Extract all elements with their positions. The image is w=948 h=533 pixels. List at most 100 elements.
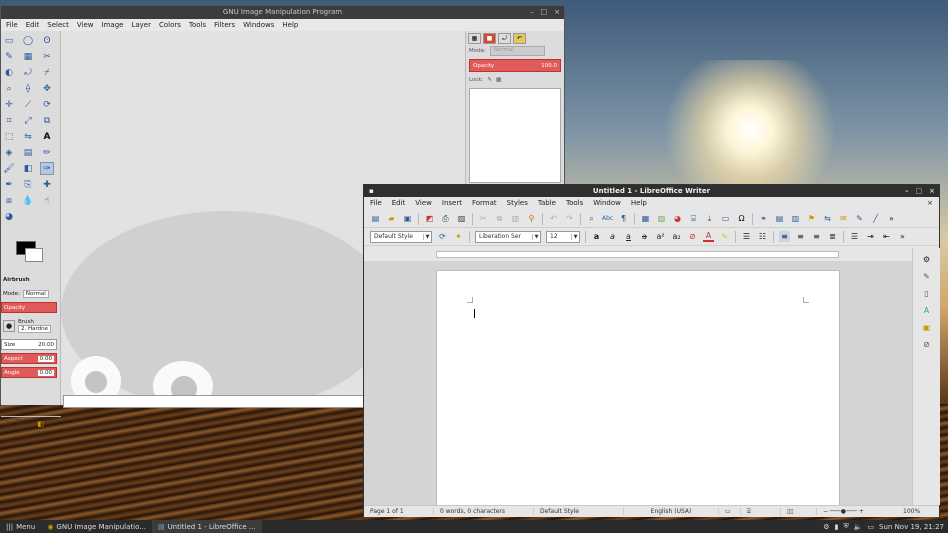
more-toolbar-icon[interactable]: » (886, 213, 897, 224)
decrease-indent-icon[interactable]: ⇤ (881, 231, 892, 242)
paths-tab-icon[interactable]: ⤾ (498, 33, 511, 44)
menu-table[interactable]: Table (538, 197, 556, 210)
shield-icon[interactable]: ⛨ (843, 522, 848, 531)
lock-pixels-icon[interactable]: ✎ (487, 77, 492, 83)
highlight-icon[interactable]: ✎ (719, 231, 730, 242)
perspective-clone-icon[interactable]: ⧈ (2, 194, 16, 207)
underline-icon[interactable]: a (623, 231, 634, 242)
align-left-icon[interactable]: ≡ (779, 231, 790, 242)
menu-edit[interactable]: Edit (26, 19, 40, 31)
menu-help[interactable]: Help (631, 197, 647, 210)
properties-icon[interactable]: ✎ (921, 271, 932, 282)
page-break-icon[interactable]: ⤓ (704, 213, 715, 224)
menu-insert[interactable]: Insert (442, 197, 462, 210)
document-area[interactable] (364, 261, 912, 505)
rotate-icon[interactable]: ⟳ (40, 98, 54, 111)
increase-indent-icon[interactable]: ⇥ (865, 231, 876, 242)
menu-image[interactable]: Image (102, 19, 124, 31)
bold-icon[interactable]: a (591, 231, 602, 242)
opacity-slider[interactable]: Opacity (1, 302, 57, 313)
zoom-value[interactable]: 100% (897, 508, 926, 515)
insert-textbox-icon[interactable]: ⌸ (688, 213, 699, 224)
foreground-select-icon[interactable]: ◐ (2, 66, 16, 79)
shear-icon[interactable]: ⧉ (40, 114, 54, 127)
navigator-icon[interactable]: ⊘ (921, 339, 932, 350)
color-picker-icon[interactable]: ⌿ (40, 66, 54, 79)
insert-table-icon[interactable]: ▦ (640, 213, 651, 224)
brush-select[interactable]: 2. Hardne (18, 325, 52, 333)
font-size-select[interactable]: 12 ▼ (546, 230, 580, 243)
font-color-icon[interactable]: A (703, 231, 714, 242)
more-formatting-icon[interactable]: » (897, 231, 908, 242)
clock[interactable]: Sun Nov 19, 21:27 (879, 523, 944, 531)
gradient-icon[interactable]: ▤ (21, 146, 35, 159)
update-style-icon[interactable]: ⟳ (437, 231, 448, 242)
taskbar-item-gimp[interactable]: ◉ GNU Image Manipulatio... (41, 520, 152, 533)
channels-tab-icon[interactable]: ■ (483, 33, 496, 44)
save-icon[interactable]: ▣ (402, 213, 413, 224)
layer-opacity-slider[interactable]: Opacity 100.0 (469, 59, 561, 72)
maximize-button[interactable]: □ (541, 6, 548, 19)
redo-icon[interactable]: ↷ (564, 213, 575, 224)
volume-icon[interactable]: 🔈 (854, 523, 863, 531)
export-pdf-icon[interactable]: ◩ (424, 213, 435, 224)
open-icon[interactable]: ▰ (386, 213, 397, 224)
cross-reference-icon[interactable]: ⇆ (822, 213, 833, 224)
bookmark-icon[interactable]: ⚑ (806, 213, 817, 224)
taskbar-item-writer[interactable]: ▤ Untitled 1 - LibreOffice ... (151, 520, 262, 533)
new-style-icon[interactable]: ✦ (453, 231, 464, 242)
paragraph-style-select[interactable]: Default Style ▼ (370, 230, 432, 243)
styles-icon[interactable]: A (921, 305, 932, 316)
close-button[interactable]: × (929, 185, 935, 197)
ellipse-select-icon[interactable]: ◯ (21, 34, 35, 47)
menu-window[interactable]: Window (593, 197, 621, 210)
align-center-icon[interactable]: ≡ (795, 231, 806, 242)
menu-filters[interactable]: Filters (214, 19, 235, 31)
clone-icon[interactable]: ⎘ (21, 178, 35, 191)
lock-alpha-icon[interactable]: ▩ (496, 77, 501, 83)
paste-icon[interactable]: ▥ (510, 213, 521, 224)
subscript-icon[interactable]: a₂ (671, 231, 682, 242)
special-character-icon[interactable]: Ω (736, 213, 747, 224)
selection-mode-icon[interactable]: ⌸ (741, 507, 781, 516)
menu-tools[interactable]: Tools (566, 197, 583, 210)
select-by-color-icon[interactable]: ▦ (21, 50, 35, 63)
save-options-icon[interactable]: ⇩ (5, 420, 11, 428)
start-menu-button[interactable]: ||| Menu (0, 520, 41, 533)
angle-slider[interactable]: Angle 0.00 (1, 367, 57, 378)
new-document-icon[interactable]: ▤ (370, 213, 381, 224)
menu-help[interactable]: Help (282, 19, 298, 31)
brush-preview-icon[interactable]: ● (3, 320, 15, 332)
copy-icon[interactable]: ⧉ (494, 213, 505, 224)
battery-icon[interactable]: ▮ (835, 523, 839, 531)
line-icon[interactable]: ╱ (870, 213, 881, 224)
minimize-button[interactable]: – (530, 6, 534, 19)
heal-icon[interactable]: ✚ (40, 178, 54, 191)
menu-view[interactable]: View (77, 19, 94, 31)
size-slider[interactable]: Size 20.00 (1, 339, 57, 350)
blur-icon[interactable]: 💧 (21, 194, 35, 207)
print-preview-icon[interactable]: ▨ (456, 213, 467, 224)
insert-mode-icon[interactable]: ▭ (719, 508, 741, 515)
menu-colors[interactable]: Colors (159, 19, 181, 31)
footnote-icon[interactable]: ▤ (774, 213, 785, 224)
undo-icon[interactable]: ↶ (548, 213, 559, 224)
text-icon[interactable]: A (40, 130, 54, 143)
document-page[interactable] (436, 270, 840, 505)
superscript-icon[interactable]: a² (655, 231, 666, 242)
layers-tab-icon[interactable]: ▦ (468, 33, 481, 44)
move-icon[interactable]: ✥ (40, 82, 54, 95)
clear-formatting-icon[interactable]: ⊘ (687, 231, 698, 242)
menu-format[interactable]: Format (472, 197, 497, 210)
page-style[interactable]: Default Style (534, 508, 624, 515)
menu-select[interactable]: Select (47, 19, 69, 31)
maximize-button[interactable]: □ (916, 185, 923, 197)
mode-select[interactable]: Normal (22, 289, 49, 298)
font-name-select[interactable]: Liberation Ser ▼ (475, 230, 541, 243)
page-icon[interactable]: ▯ (921, 288, 932, 299)
scissors-icon[interactable]: ✂ (40, 50, 54, 63)
menu-view[interactable]: View (415, 197, 432, 210)
justify-icon[interactable]: ≣ (827, 231, 838, 242)
horizontal-ruler[interactable] (364, 248, 909, 260)
zoom-slider[interactable]: − ───●─── + (817, 508, 897, 515)
